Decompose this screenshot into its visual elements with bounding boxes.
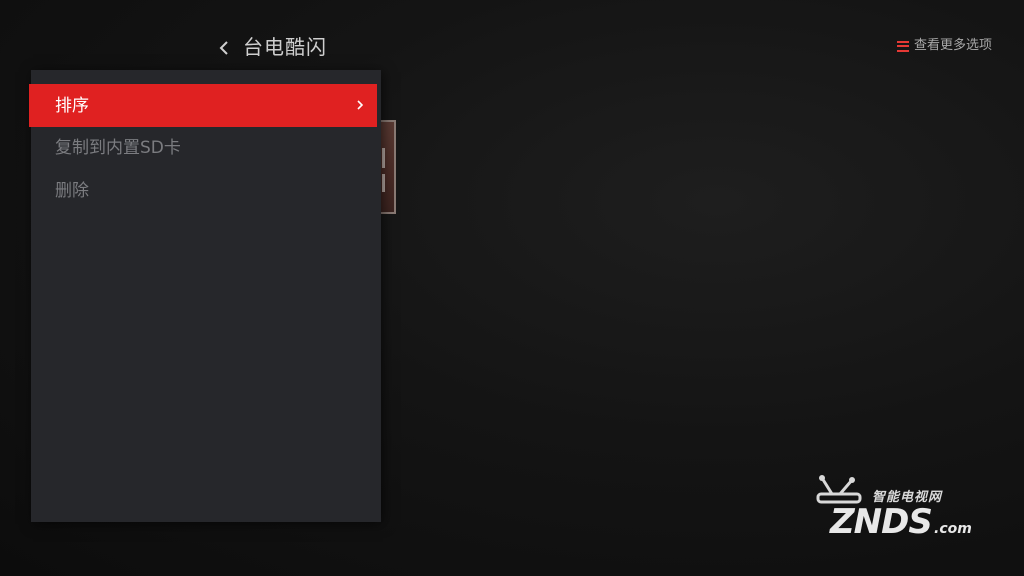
back-button[interactable] xyxy=(216,36,234,60)
chevron-left-icon xyxy=(219,41,228,55)
menu-item-label: 复制到内置SD卡 xyxy=(55,137,181,158)
watermark-domain: .com xyxy=(934,521,972,537)
menu-item-sort[interactable]: 排序 xyxy=(29,84,377,127)
znds-watermark: 智能电视网 ZNDS .com xyxy=(812,474,992,546)
more-options-button[interactable]: 查看更多选项 xyxy=(896,37,992,55)
chevron-right-icon xyxy=(357,100,364,110)
menu-item-label: 删除 xyxy=(55,180,89,201)
context-menu: 排序 复制到内置SD卡 删除 xyxy=(29,70,381,522)
menu-item-delete[interactable]: 删除 xyxy=(31,169,381,212)
watermark-logo: ZNDS xyxy=(830,502,933,542)
page-title: 台电酷闪 xyxy=(243,35,327,59)
screen: 台电酷闪 查看更多选项 排序 复制到内置SD卡 删除 智能电视网 ZNDS .c… xyxy=(0,0,1024,576)
menu-item-label: 排序 xyxy=(55,95,89,116)
menu-item-copy-to-sd[interactable]: 复制到内置SD卡 xyxy=(31,126,381,169)
more-options-label: 查看更多选项 xyxy=(913,38,992,53)
hamburger-menu-icon xyxy=(896,40,909,52)
